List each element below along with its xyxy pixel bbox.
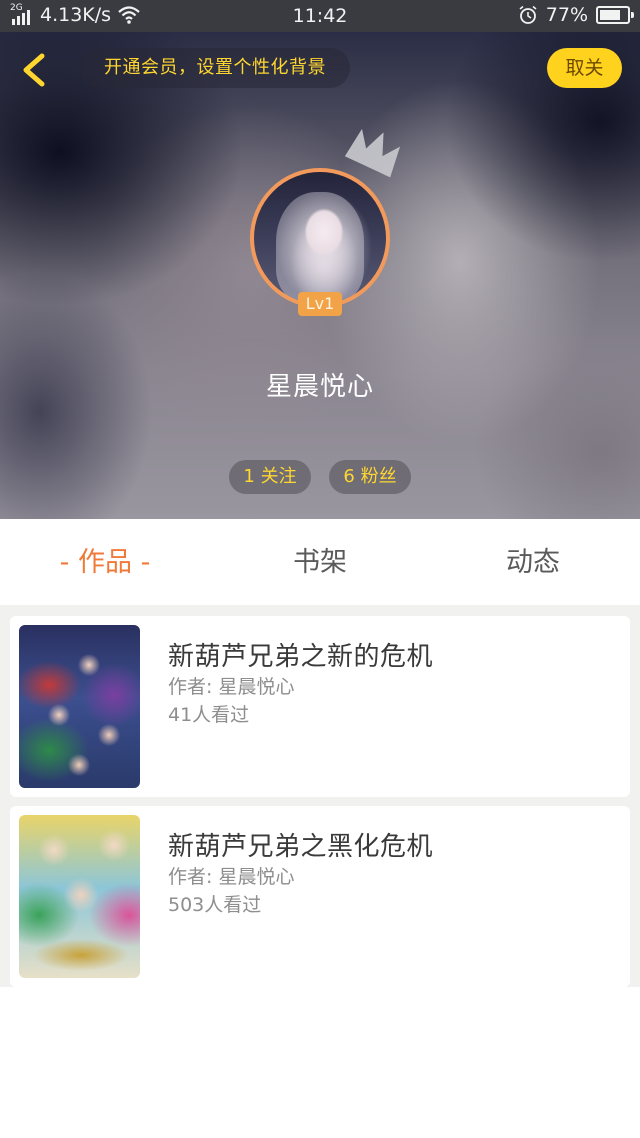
unfollow-button[interactable]: 取关 (547, 48, 622, 88)
battery-icon (596, 6, 634, 24)
profile-page: 2G 4.13K/s 11:42 77% 开通会员，设置个性化背景 取关 Lv1… (0, 0, 640, 1138)
level-badge: Lv1 (298, 292, 342, 316)
vip-background-banner[interactable]: 开通会员，设置个性化背景 (80, 48, 350, 88)
status-bar: 2G 4.13K/s 11:42 77% (0, 0, 640, 32)
work-title: 新葫芦兄弟之新的危机 (168, 642, 434, 672)
chevron-left-icon (23, 53, 45, 87)
back-button[interactable] (16, 52, 52, 88)
work-card[interactable]: 新葫芦兄弟之新的危机 作者: 星晨悦心 41人看过 (10, 616, 630, 797)
battery-percent: 77% (545, 4, 588, 26)
alarm-icon (519, 5, 537, 24)
avatar[interactable] (250, 168, 390, 308)
profile-tabs: - 作品 - 书架 动态 (0, 519, 640, 605)
work-cover-image (19, 815, 140, 978)
tab-works[interactable]: - 作品 - (40, 543, 170, 583)
work-author: 作者: 星晨悦心 (168, 866, 295, 888)
battery-fill (600, 10, 620, 20)
following-count-button[interactable]: 1 关注 (229, 460, 311, 494)
work-card[interactable]: 新葫芦兄弟之黑化危机 作者: 星晨悦心 503人看过 (10, 806, 630, 987)
work-author: 作者: 星晨悦心 (168, 676, 295, 698)
fans-count-button[interactable]: 6 粉丝 (329, 460, 411, 494)
status-right: 77% (518, 4, 634, 26)
username: 星晨悦心 (265, 372, 374, 402)
tab-bookshelf[interactable]: 书架 (255, 543, 385, 583)
work-title: 新葫芦兄弟之黑化危机 (168, 832, 434, 862)
work-views: 41人看过 (168, 704, 250, 726)
profile-header: 开通会员，设置个性化背景 取关 Lv1 星晨悦心 1 关注 6 粉丝 (0, 32, 640, 519)
avatar-image (276, 192, 364, 302)
tab-activity[interactable]: 动态 (468, 543, 598, 583)
work-views: 503人看过 (168, 894, 262, 916)
work-cover-image (19, 625, 140, 788)
